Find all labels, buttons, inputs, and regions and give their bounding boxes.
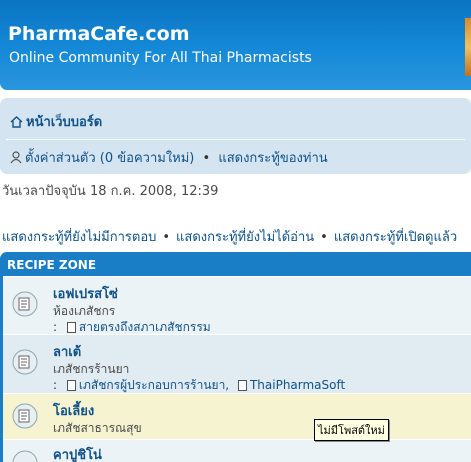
home-icon bbox=[10, 116, 23, 128]
subforums-label: : bbox=[53, 320, 58, 334]
forum-description: เภสัชสาธารณสุข bbox=[53, 421, 142, 435]
your-posts-link[interactable]: แสดงกระทู้ของท่าน bbox=[218, 151, 327, 166]
forum-read-icon bbox=[12, 450, 38, 462]
quick-sep: • bbox=[320, 230, 328, 245]
forum-name[interactable]: โอเลี้ยง bbox=[53, 400, 94, 421]
forum-row: เอฟเปรสโซ่ ห้องเภสัชกร : สายตรงถึงสภาเภส… bbox=[3, 276, 471, 334]
nav-divider bbox=[6, 139, 465, 140]
quick-sep: • bbox=[162, 230, 171, 245]
unanswered-link[interactable]: แสดงกระทู้ที่ยังไม่มีการตอบ bbox=[2, 230, 156, 245]
user-icon bbox=[10, 151, 22, 164]
forum-name[interactable]: เอฟเปรสโซ่ bbox=[53, 283, 118, 304]
board-index-link[interactable]: หน้าเว็บบอร์ด bbox=[10, 111, 102, 132]
active-topics-link[interactable]: แสดงกระทู้ที่เปิดดูแล้ว bbox=[334, 230, 457, 245]
site-title[interactable]: PharmaCafe.com bbox=[8, 23, 190, 45]
forum-row: ลาเต้ เภสัชกรร้านยา : เภสัชกรผู้ประกอบกา… bbox=[3, 334, 471, 393]
navbar: หน้าเว็บบอร์ด ตั้งค่าส่วนตัว (0 ข้อความใ… bbox=[0, 98, 471, 174]
subforum-link[interactable]: สายตรงถึงสภาเภสัชกรรม bbox=[79, 320, 211, 334]
forum-row: คาปูชิโน่ bbox=[3, 439, 471, 462]
forum-row: โอเลี้ยง เภสัชสาธารณสุข bbox=[3, 393, 471, 439]
subforums-label: : bbox=[53, 378, 58, 392]
board-index-label: หน้าเว็บบอร์ด bbox=[26, 115, 103, 130]
subforum-icon bbox=[66, 380, 76, 391]
tooltip: ไม่มีโพสต์ใหม่ bbox=[314, 419, 389, 441]
subforum-icon bbox=[66, 322, 76, 333]
site-subtitle: Online Community For All Thai Pharmacist… bbox=[9, 50, 312, 66]
forum-read-icon bbox=[12, 349, 38, 375]
subforum-link[interactable]: เภสัชกรผู้ประกอบการร้านยา, bbox=[79, 378, 229, 392]
current-time: วันเวลาปัจจุบัน 18 ก.ค. 2008, 12:39 bbox=[2, 184, 219, 199]
site-header: PharmaCafe.com Online Community For All … bbox=[0, 0, 471, 90]
subforum-icon bbox=[237, 380, 247, 391]
nav-separator: • bbox=[202, 151, 211, 166]
forum-category: RECIPE ZONE เอฟเปรสโซ่ ห้องเภสัชกร : สาย… bbox=[0, 252, 471, 462]
subforum-link[interactable]: ThaiPharmaSoft bbox=[250, 378, 345, 392]
forum-name[interactable]: ลาเต้ bbox=[53, 341, 81, 362]
category-title[interactable]: RECIPE ZONE bbox=[7, 258, 96, 272]
user-cp-link[interactable]: ตั้งค่าส่วนตัว (0 ข้อความใหม่) bbox=[25, 151, 194, 166]
quick-links: แสดงกระทู้ที่ยังไม่มีการตอบ • แสดงกระทู้ที… bbox=[2, 226, 457, 247]
forum-read-icon bbox=[12, 403, 38, 429]
forum-read-icon bbox=[12, 291, 38, 317]
unread-link[interactable]: แสดงกระทู้ที่ยังไม่ได้อ่าน bbox=[176, 230, 314, 245]
nav-links: ตั้งค่าส่วนตัว (0 ข้อความใหม่) • แสดงกระ… bbox=[10, 147, 328, 168]
forum-name[interactable]: คาปูชิโน่ bbox=[53, 444, 102, 462]
logo-image[interactable] bbox=[465, 18, 471, 76]
